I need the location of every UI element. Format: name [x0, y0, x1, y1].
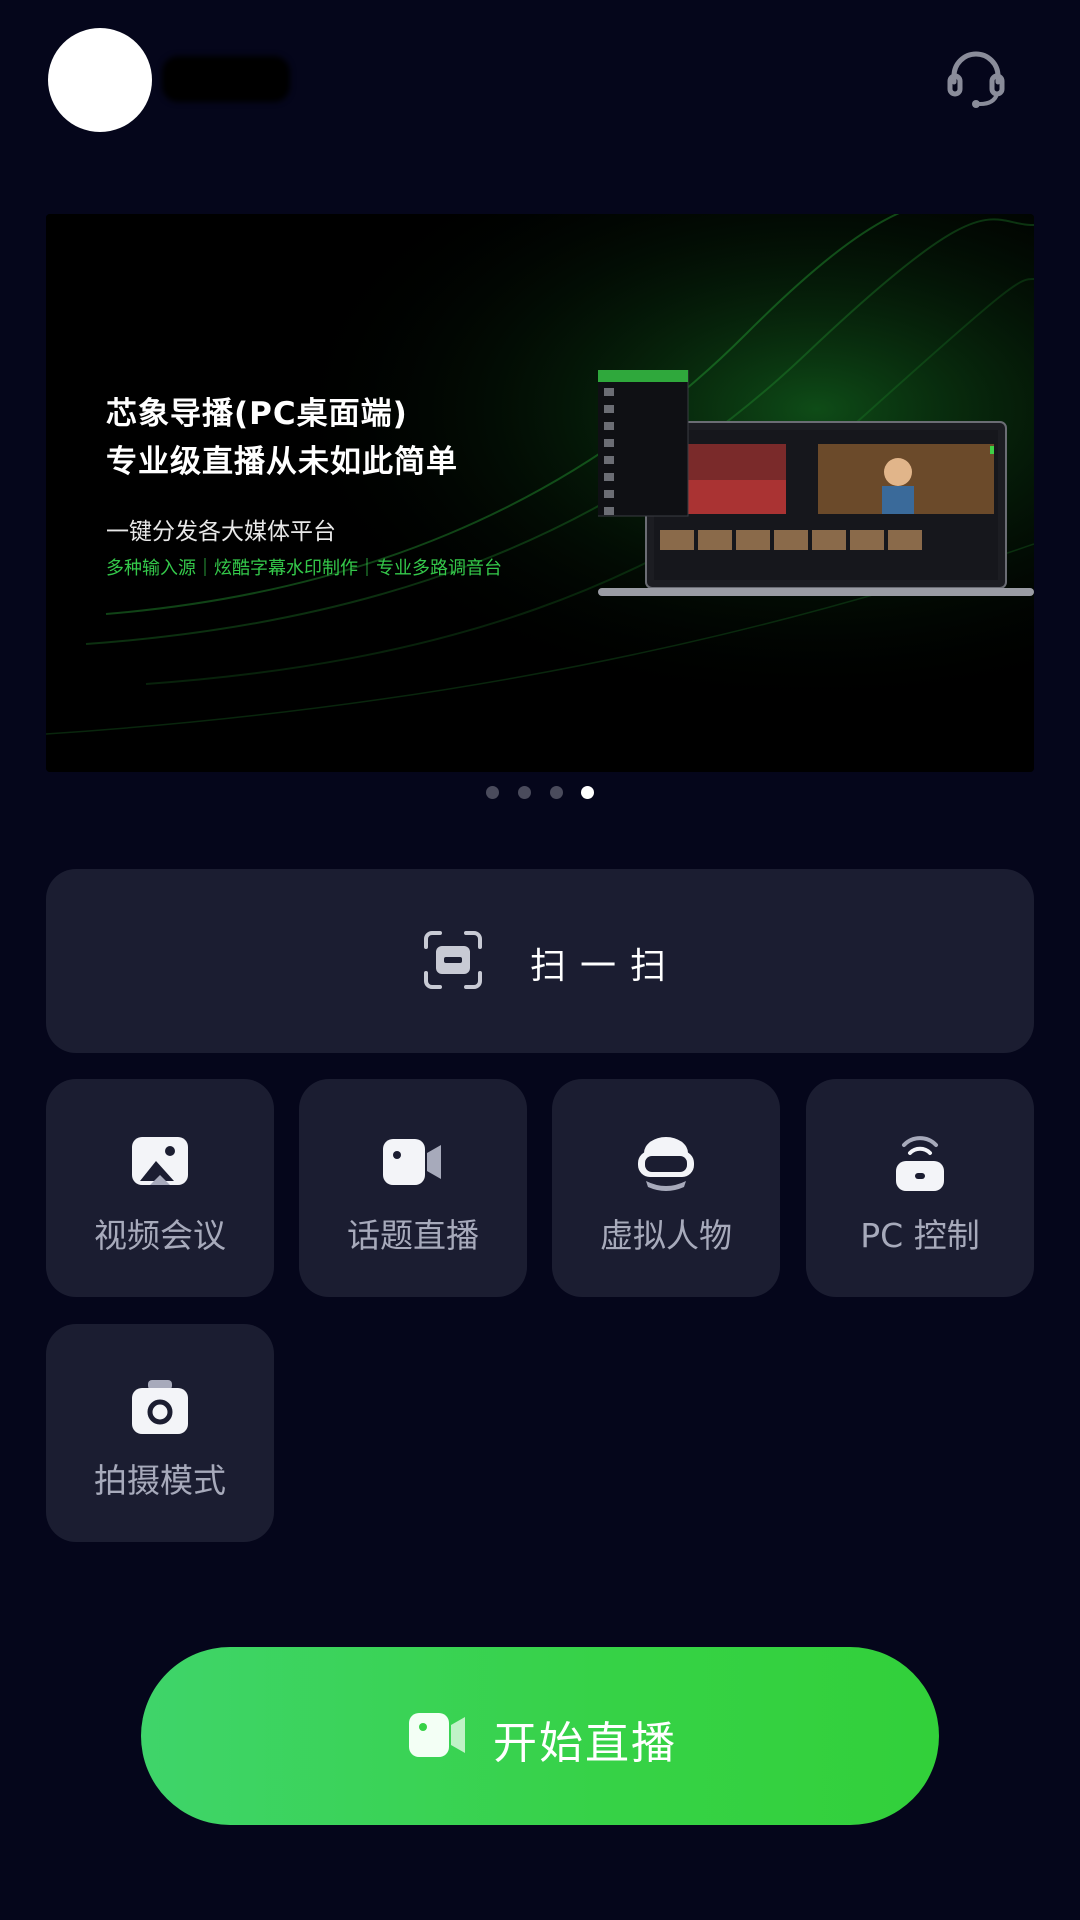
pagination-dot[interactable]: [550, 786, 563, 799]
banner-title-line1: 芯象导播(PC桌面端): [106, 396, 408, 432]
video-camera-icon: [409, 1713, 465, 1757]
feature-label: 拍摄模式: [94, 1461, 226, 1500]
pagination-dot-active[interactable]: [581, 786, 594, 799]
feature-shooting-mode[interactable]: 拍摄模式: [46, 1324, 274, 1542]
banner-title-line2: 专业级直播从未如此简单: [106, 444, 458, 480]
scan-label: 扫一扫: [530, 946, 681, 987]
banner-features: 多种输入源｜炫酷字幕水印制作｜专业多路调音台: [106, 558, 502, 579]
vr-headset-icon: [638, 1137, 694, 1191]
headset-icon[interactable]: [944, 46, 1008, 110]
feature-video-conference[interactable]: 视频会议: [46, 1079, 274, 1297]
pagination-dot[interactable]: [518, 786, 531, 799]
feature-topic-live[interactable]: 话题直播: [299, 1079, 527, 1297]
feature-pc-control[interactable]: PC 控制: [806, 1079, 1034, 1297]
banner-pagination[interactable]: [480, 786, 600, 800]
wireless-lock-icon: [896, 1136, 944, 1191]
feature-label: PC 控制: [860, 1216, 980, 1255]
video-camera-icon: [383, 1139, 441, 1185]
start-live-label: 开始直播: [493, 1718, 677, 1769]
scan-icon: [424, 931, 482, 989]
banner-subtitle: 一键分发各大媒体平台: [106, 519, 336, 545]
feature-label: 话题直播: [347, 1216, 479, 1255]
promo-banner[interactable]: 芯象导播(PC桌面端) 专业级直播从未如此简单 一键分发各大媒体平台 多种输入源…: [46, 214, 1034, 772]
avatar[interactable]: [48, 28, 152, 132]
laptop-illustration: [598, 370, 1034, 596]
feature-label: 虚拟人物: [600, 1216, 732, 1255]
camera-icon: [132, 1380, 188, 1434]
start-live-button[interactable]: 开始直播: [141, 1647, 939, 1825]
pagination-dot[interactable]: [486, 786, 499, 799]
picture-icon: [132, 1137, 188, 1185]
feature-label: 视频会议: [94, 1216, 226, 1255]
scan-button[interactable]: 扫一扫: [46, 869, 1034, 1053]
username-redacted: [162, 56, 290, 102]
feature-virtual-human[interactable]: 虚拟人物: [552, 1079, 780, 1297]
